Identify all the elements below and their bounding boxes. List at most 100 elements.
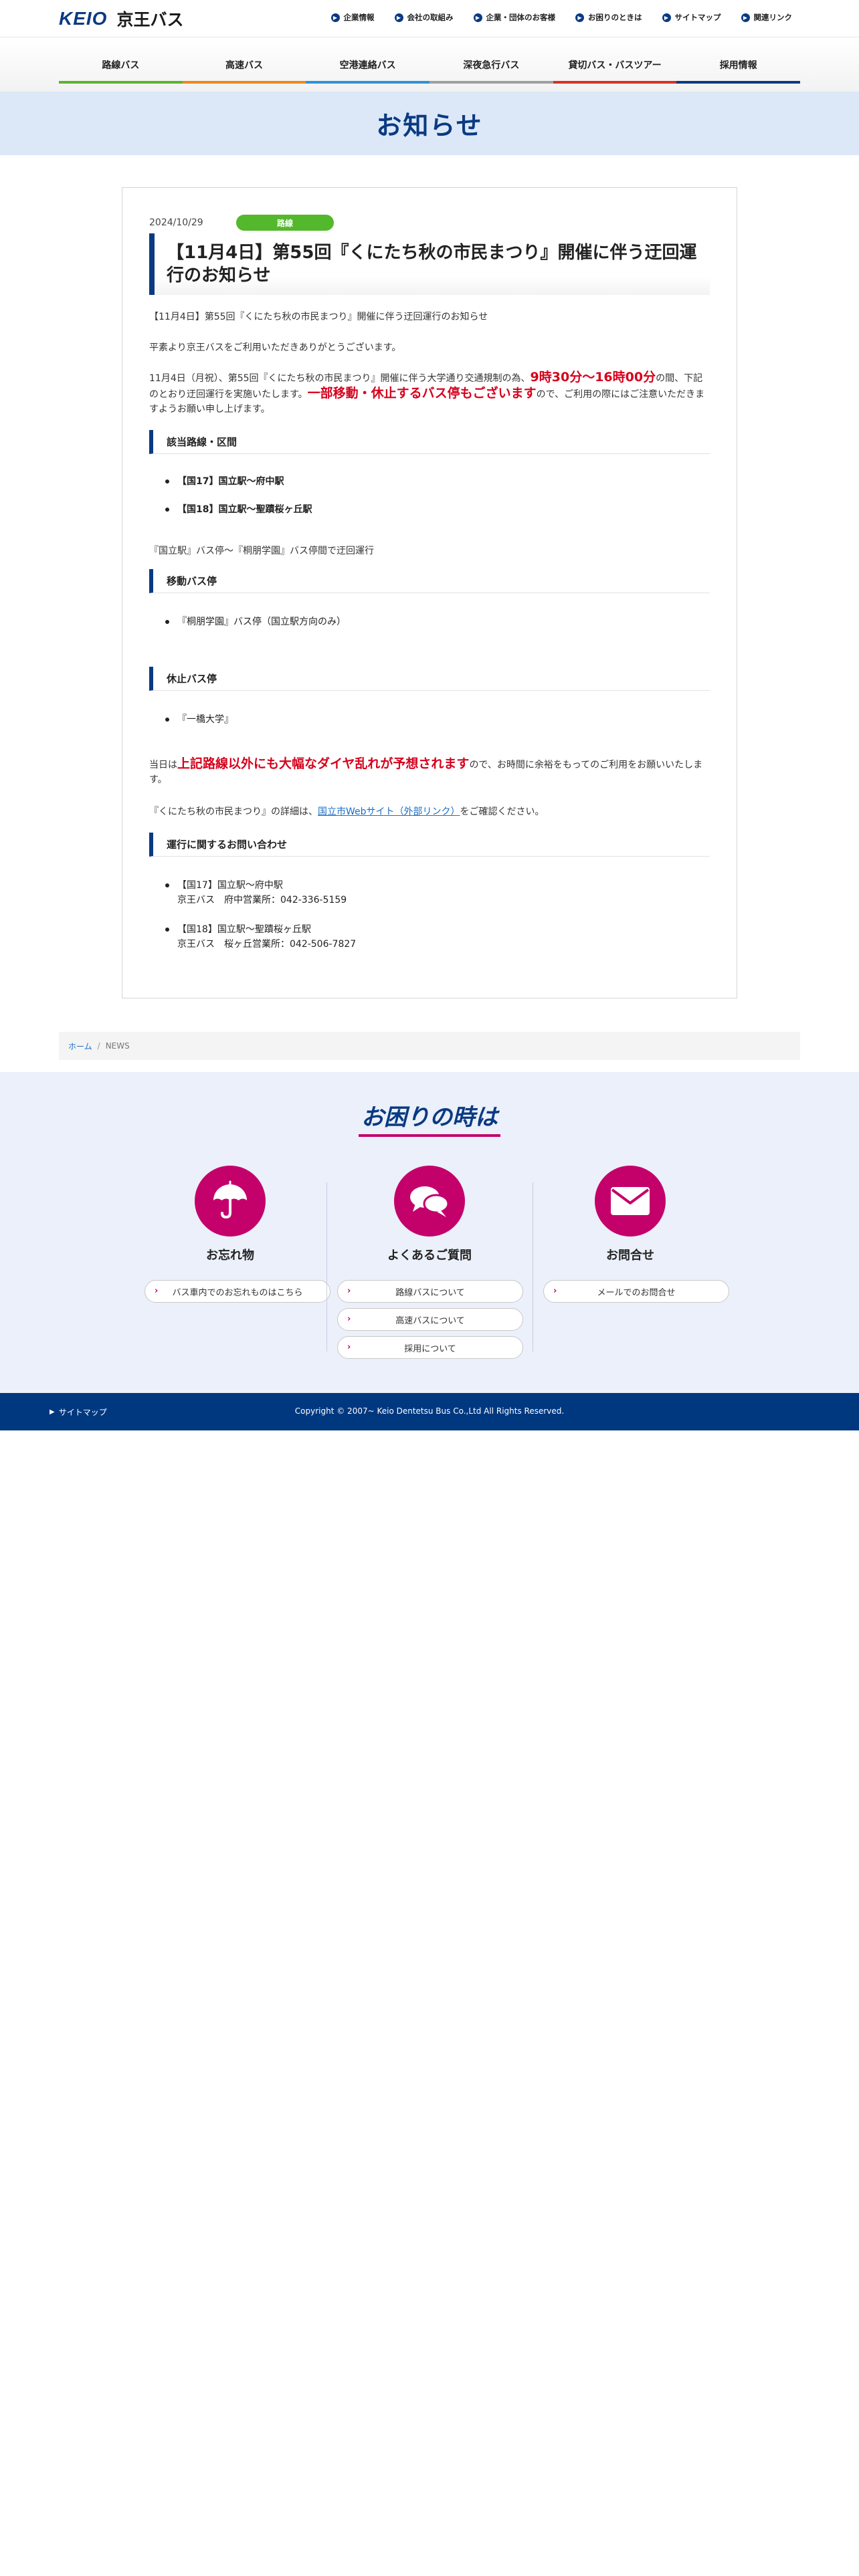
mail-contact-button[interactable]: › メールでのお問合せ [543,1280,729,1303]
gnav-highway-bus[interactable]: 高速バス [182,49,306,84]
section-heading-suspended-stops: 休止バス停 [149,667,710,691]
notice-text-a: 11月4日（月祝）、第55回『くにたち秋の市民まつり』開催に伴う大学通り交通規制… [149,373,531,384]
button-label: 路線バスについて [395,1287,465,1298]
notice-warning: 一部移動・休止するバス停もございます [307,386,537,401]
gnav-recruit[interactable]: 採用情報 [676,49,801,84]
contact-route: 【国18】国立駅～聖蹟桜ヶ丘駅 [177,924,311,935]
intro-text: 【11月4日】第55回『くにたち秋の市民まつり』開催に伴う迂回運行のお知らせ [149,312,488,322]
arrow-right-icon: ▶ [662,13,671,22]
suspended-stop-item: 『一橋大学』 [165,712,233,727]
post-date: 2024/10/29 [149,217,203,228]
help-column-label: お忘れ物 [206,1249,254,1263]
arrow-right-icon: ▶ [575,13,584,22]
route-item: 【国18】国立駅～聖蹟桜ヶ丘駅 [165,502,312,517]
arrow-right-icon: ▶ [741,13,750,22]
util-link-label: 企業情報 [343,13,375,22]
notice-text: 11月4日（月祝）、第55回『くにたち秋の市民まつり』開催に伴う大学通り交通規制… [149,370,710,417]
gnav-charter-bus[interactable]: 貸切バス・バスツアー [553,49,677,84]
contact-item: 【国18】国立駅～聖蹟桜ヶ丘駅 京王バス 桜ヶ丘営業所：042-506-7827 [165,922,356,952]
detour-note: 『国立駅』バス停～『桐朋学園』バス停間で迂回運行 [149,546,374,556]
logo-brand: KEIO [59,8,108,29]
contact-office: 京王バス 府中営業所：042-336-5159 [177,895,347,905]
help-column-label: お問合せ [606,1249,654,1263]
route-item: 【国17】国立駅～府中駅 [165,474,284,489]
arrow-right-icon: ▶ [330,13,340,22]
contact-route: 【国17】国立駅～府中駅 [177,880,283,891]
page-title-band: お知らせ [0,92,859,155]
help-column-label: よくあるご質問 [387,1249,472,1263]
breadcrumb-home[interactable]: ホーム [68,1041,92,1052]
util-link-label: 会社の取組み [407,13,454,22]
util-link-help[interactable]: ▶ お困りのときは [575,12,642,23]
page-title: お知らせ [376,111,483,140]
breadcrumb-current: NEWS [105,1041,130,1051]
gnav-late-night-bus[interactable]: 深夜急行バス [430,49,553,84]
envelope-icon [595,1166,666,1237]
route-item-label: 【国17】国立駅～府中駅 [177,476,284,487]
button-label: 高速バスについて [395,1315,465,1326]
moved-stop-label: 『桐朋学園』バス停（国立駅方向のみ） [177,617,346,627]
chevron-right-icon: › [347,1314,351,1324]
gnav-airport-bus[interactable]: 空港連絡バス [306,49,430,84]
help-title-text: お困りの時は [359,1099,500,1137]
faq-route-bus-button[interactable]: › 路線バスについて [337,1280,523,1303]
arrow-right-icon: ▶ [394,13,403,22]
copyright: Copyright © 2007~ Keio Dentetsu Bus Co.,… [294,1406,565,1416]
category-badge: 路線 [236,215,334,231]
speech-bubbles-icon [394,1166,465,1237]
section-heading-moved-stops: 移動バス停 [149,569,710,593]
umbrella-icon [195,1166,266,1237]
breadcrumb-separator: / [97,1041,100,1051]
article-meta: 2024/10/29 路線 [149,215,710,231]
greeting-text: 平素より京王バスをご利用いただきありがとうございます。 [149,342,401,353]
util-link-label: サイトマップ [674,13,721,22]
arrow-right-icon: ▶ [473,13,482,22]
article-content: 2024/10/29 路線 【11月4日】第55回『くにたち秋の市民まつり』開催… [149,215,710,990]
contact-item: 【国17】国立駅～府中駅 京王バス 府中営業所：042-336-5159 [165,878,347,907]
global-nav-list: 路線バス 高速バス 空港連絡バス 深夜急行バス 貸切バス・バスツアー 採用情報 [59,49,801,84]
util-link-sitemap[interactable]: ▶ サイトマップ [662,12,721,23]
faq-highway-bus-button[interactable]: › 高速バスについて [337,1308,523,1331]
util-link-label: お困りのときは [588,13,642,22]
logo-name: 京王バス [116,10,184,29]
global-nav: 路線バス 高速バス 空港連絡バス 深夜急行バス 貸切バス・バスツアー 採用情報 [0,38,859,92]
section-heading-routes: 該当路線・区間 [149,430,710,454]
external-link-kunitachi[interactable]: 国立市Webサイト（外部リンク） [318,807,460,817]
util-link-label: 関連リンク [753,13,793,22]
festival-info: 『くにたち秋の市民まつり』の詳細は、国立市Webサイト（外部リンク）をご確認くだ… [149,804,710,819]
button-label: メールでのお問合せ [597,1287,676,1298]
site-header: KEIO 京王バス ▶ 企業情報 ▶ 会社の取組み ▶ 企業・団体のお客様 ▶ お困りの… [0,0,859,37]
chevron-right-icon: › [347,1342,351,1352]
help-section: お困りの時は お忘れ物 › バス車内でのお忘れものはこちら よくあるご質問 › 路線… [0,1072,859,1393]
gnav-route-bus[interactable]: 路線バス [59,49,183,84]
button-label: バス車内でのお忘れものはこちら [172,1287,303,1298]
delay-notice: 当日は上記路線以外にも大幅なダイヤ乱れが予想されますので、お時間に余裕をもっての… [149,756,710,787]
delay-text-a: 当日は [149,760,177,770]
section-heading-contact: 運行に関するお問い合わせ [149,833,710,857]
button-label: 採用について [404,1344,456,1354]
contact-office: 京王バス 桜ヶ丘営業所：042-506-7827 [177,939,357,950]
article-card: 2024/10/29 路線 【11月4日】第55回『くにたち秋の市民まつり』開催… [122,187,737,998]
article-title: 【11月4日】第55回『くにたち秋の市民まつり』開催に伴う迂回運行のお知らせ [149,233,710,295]
util-link-business[interactable]: ▶ 企業・団体のお客様 [473,12,556,23]
util-link-initiatives[interactable]: ▶ 会社の取組み [394,12,454,23]
chevron-right-icon: › [553,1286,557,1296]
chevron-right-icon: › [155,1286,159,1296]
moved-stop-item: 『桐朋学園』バス停（国立駅方向のみ） [165,615,346,629]
notice-time: 9時30分～16時00分 [530,370,656,385]
util-link-corporate[interactable]: ▶ 企業情報 [330,12,375,23]
util-link-label: 企業・団体のお客様 [486,13,556,22]
column-divider [326,1182,327,1352]
site-logo[interactable]: KEIO 京王バス [59,8,184,29]
delay-warning: 上記路線以外にも大幅なダイヤ乱れが予想されます [177,756,470,771]
suspended-stop-label: 『一橋大学』 [177,714,233,725]
site-footer: ▶ サイトマップ Copyright © 2007~ Keio Dentetsu … [0,1393,859,1430]
faq-recruit-button[interactable]: › 採用について [337,1336,523,1359]
utility-nav: ▶ 企業情報 ▶ 会社の取組み ▶ 企業・団体のお客様 ▶ お困りのときは ▶ サイトマッ… [330,12,793,23]
lost-items-button[interactable]: › バス車内でのお忘れものはこちら [145,1280,330,1303]
festival-text-a: 『くにたち秋の市民まつり』の詳細は、 [149,807,318,817]
chevron-right-icon: › [347,1286,351,1296]
festival-text-b: をご確認ください。 [460,807,545,817]
breadcrumb: ホーム / NEWS [59,1032,800,1060]
util-link-related[interactable]: ▶ 関連リンク [741,12,793,23]
